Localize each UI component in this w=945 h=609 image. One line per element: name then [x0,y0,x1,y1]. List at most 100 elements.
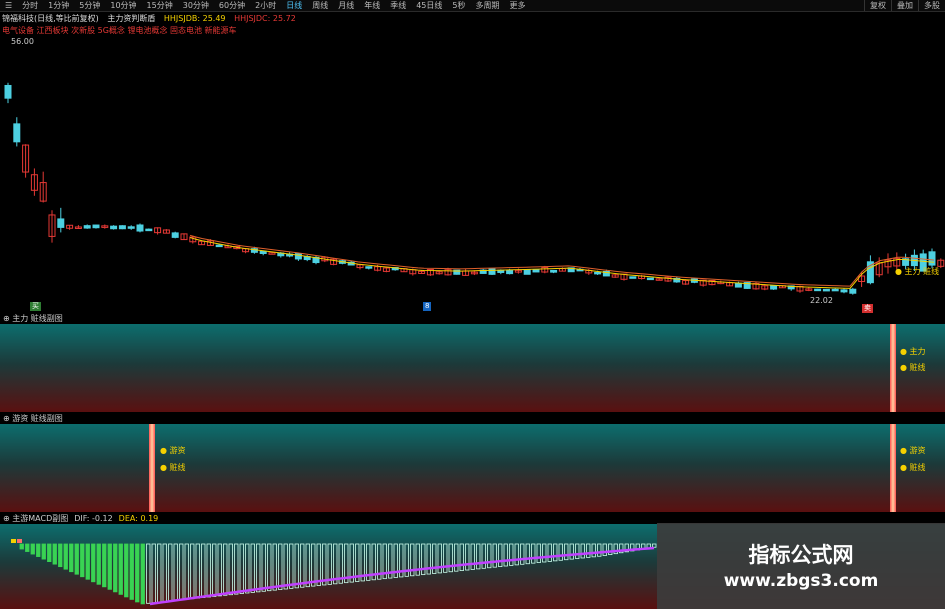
panel2-label-left-2: ● 赃线 [160,463,186,472]
candle-body [136,224,144,232]
macd-bar-hollow [223,543,228,596]
macd-bar-green [69,543,74,573]
period-tab[interactable]: 1分钟 [43,0,74,11]
toolbar-right-tab[interactable]: 叠加 [891,0,918,11]
period-tab[interactable]: 60分钟 [214,0,250,11]
macd-bar-hollow [305,543,310,588]
period-tab[interactable]: 多周期 [470,0,504,11]
panel2-label-left-1-text: 游资 [169,446,186,455]
signal-label: ● 主力 赃线 [895,267,940,276]
period-tab[interactable]: 月线 [333,0,359,11]
period-tab[interactable]: 5秒 [447,0,470,11]
period-tab[interactable]: 45日线 [411,0,447,11]
period-tab[interactable]: 10分钟 [105,0,141,11]
macd-bar-hollow [448,543,453,573]
candle-body [171,232,179,238]
macd-bar-hollow [322,543,327,586]
candle-body [928,251,936,266]
macd-bar-hollow [157,543,162,603]
macd-bar-hollow [525,543,530,565]
macd-bar-hollow [168,543,173,602]
panel1-label-1-text: 主力 [909,347,926,356]
macd-bar-hollow [443,543,448,573]
macd-bar-hollow [283,543,288,590]
macd-bar-hollow [234,543,239,595]
macd-bar-hollow [470,543,475,570]
panel2-signal-bar-left [149,424,155,512]
toolbar-menu[interactable]: ☰ [0,0,17,11]
macd-bar-hollow [487,543,492,569]
macd-bar-hollow [476,543,481,570]
macd-bar-green [41,543,46,560]
macd-bar-hollow [503,543,508,567]
macd-bar-hollow [481,543,486,569]
macd-bar-hollow [173,543,178,601]
macd-bar-green [63,543,68,570]
period-tab[interactable]: 2小时 [250,0,281,11]
period-tab[interactable]: 30分钟 [178,0,214,11]
macd-bar-hollow [580,543,585,559]
indicator-name[interactable]: 主力资判断盾 [107,14,155,23]
macd-bar-hollow [547,543,552,562]
macd-bar-green [135,543,140,603]
macd-bar-hollow [459,543,464,572]
candle-body [840,289,848,293]
candlestick-chart[interactable] [0,34,945,312]
panel1-title[interactable]: 主力 赃线副图 [12,314,63,323]
period-tabs: 分时 1分钟 5分钟 10分钟 15分钟 30分钟 60分钟 2小时 日线 周线 月线 年线 季线 45日… [17,0,530,11]
candle-body [822,288,830,292]
macd-bar-hollow [151,543,156,604]
candle-body [532,269,540,273]
macd-bar-green [52,543,57,565]
macd-bar-hollow [465,543,470,571]
period-tab[interactable]: 5分钟 [74,0,105,11]
period-toolbar: ☰ 分时 1分钟 5分钟 10分钟 15分钟 30分钟 60分钟 2小时 日线 周线 月线 年线 季线 4… [0,0,945,12]
candle-body [831,288,839,292]
period-tab[interactable]: 更多 [504,0,530,11]
macd-bar-hollow [146,543,151,604]
macd-bar-green [85,543,90,580]
macd-bar-hollow [564,543,569,561]
macd-bar-hollow [190,543,195,600]
period-tab[interactable]: 季线 [385,0,411,11]
panel1-label-2: ● 赃线 [900,363,926,372]
macd-bar-green [102,543,107,588]
panel2-label-left-1: ● 游资 [160,446,186,455]
macd-bar-hollow [602,543,607,556]
panel2-signal-bar-right [890,424,896,512]
macd-bar-hollow [536,543,541,563]
panel3-title[interactable]: 主游MACD副图 [12,514,68,523]
macd-bar-hollow [212,543,217,597]
macd-bar-hollow [245,543,250,594]
macd-bar-green [118,543,123,595]
macd-marker [17,539,22,543]
macd-bar-green [107,543,112,590]
candle-body [594,271,602,275]
watermark: 指标公式网 www.zbgs3.com [657,523,945,609]
candle-body [127,226,135,229]
candle-body [734,282,742,288]
ma-line-orange [189,234,935,287]
candle-body [629,276,637,279]
toolbar-right-tab[interactable]: 复权 [864,0,891,11]
toolbar-right-tab[interactable]: 多股 [918,0,945,11]
period-tab[interactable]: 周线 [307,0,333,11]
candle-body [215,244,223,248]
macd-bar-hollow [327,543,332,585]
macd-bar-hollow [272,543,277,591]
macd-bar-hollow [597,543,602,557]
panel1-label-2-text: 赃线 [909,363,926,372]
candle-body [814,288,822,292]
period-tab[interactable]: 15分钟 [142,0,178,11]
period-tab[interactable]: 分时 [17,0,43,11]
period-tab[interactable]: 日线 [281,0,307,11]
panel1-title-row: ⊕ 主力 赃线副图 [3,314,63,323]
panel2-title[interactable]: 游资 赃线副图 [12,414,63,423]
candle-body [365,266,373,269]
marker-tag: 8 [423,302,432,311]
macd-bar-hollow [509,543,514,566]
period-tab[interactable]: 年线 [359,0,385,11]
panel2-title-row: ⊕ 游资 赃线副图 [3,414,63,423]
macd-bar-hollow [217,543,222,597]
macd-bar-green [140,543,145,605]
